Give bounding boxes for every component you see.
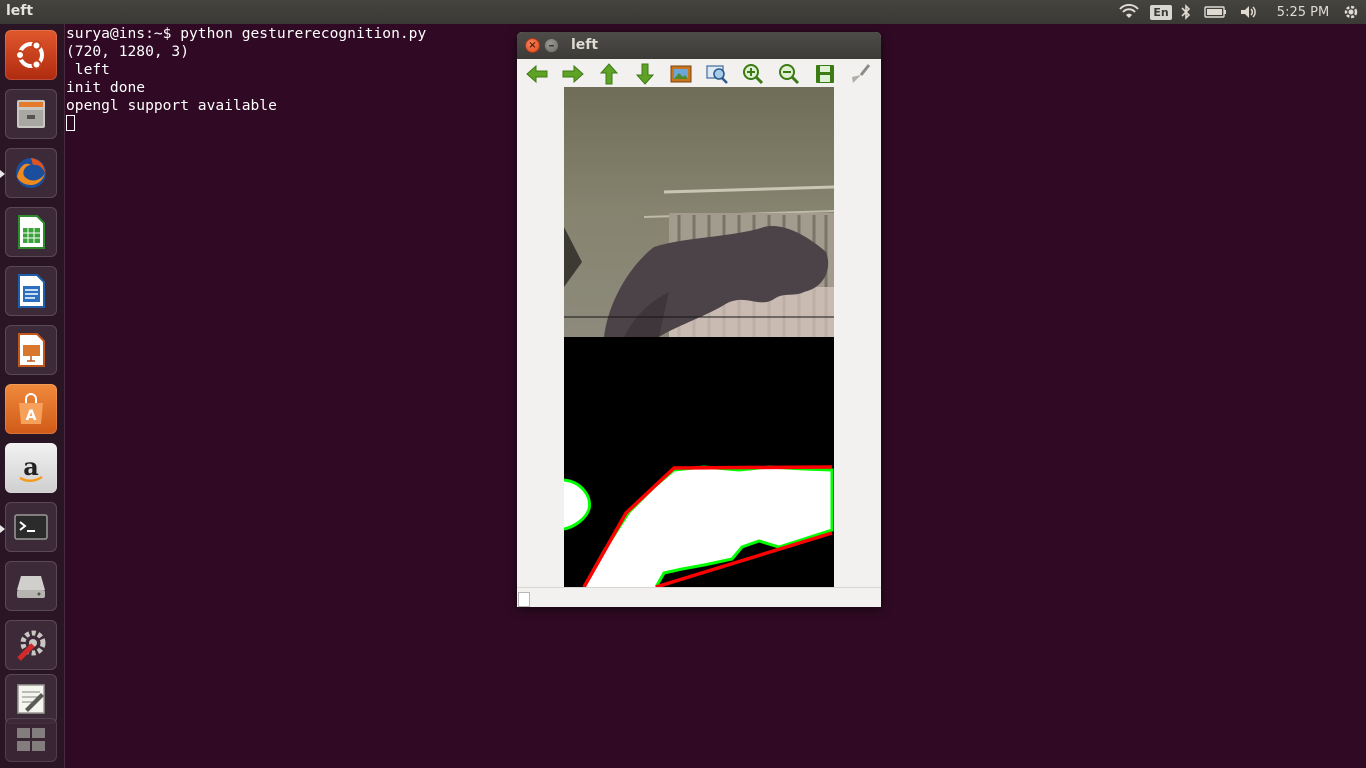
save-icon	[816, 65, 834, 83]
pan-up-button[interactable]	[596, 62, 622, 86]
image-display[interactable]	[564, 87, 834, 587]
volume-icon[interactable]	[1238, 0, 1260, 24]
text-editor-icon	[17, 684, 45, 714]
battery-icon[interactable]	[1203, 0, 1229, 24]
presentation-icon	[18, 333, 45, 367]
document-icon	[18, 274, 45, 308]
clock[interactable]: 5:25 PM	[1270, 0, 1336, 24]
launcher-terminal[interactable]	[5, 502, 57, 552]
terminal-line: left	[66, 61, 110, 78]
window-title: left	[571, 37, 599, 53]
arrow-down-icon	[635, 63, 655, 85]
spreadsheet-icon	[18, 215, 45, 249]
zoom-out-button[interactable]	[776, 62, 802, 86]
launcher-system-settings[interactable]	[5, 620, 57, 670]
arrow-right-icon	[562, 64, 584, 84]
properties-button[interactable]	[848, 62, 874, 86]
svg-text:a: a	[23, 452, 39, 481]
window-titlebar[interactable]: × – left	[517, 32, 881, 59]
minimize-button[interactable]: –	[544, 38, 559, 53]
file-cabinet-icon	[17, 100, 45, 128]
terminal-cursor	[66, 115, 75, 131]
zoom-in-icon	[743, 64, 764, 85]
pan-down-button[interactable]	[632, 62, 658, 86]
top-panel: left En 5:25 PM	[0, 0, 1366, 24]
status-indicator	[518, 592, 530, 607]
launcher-text-editor[interactable]	[5, 674, 57, 724]
mask-scene	[564, 337, 834, 587]
launcher-disks[interactable]	[5, 561, 57, 611]
terminal-line: opengl support available	[66, 97, 277, 114]
camera-frame	[564, 87, 834, 337]
svg-text:A: A	[26, 408, 37, 424]
panel-window-title: left	[6, 3, 34, 19]
keyboard-language-indicator[interactable]: En	[1150, 0, 1172, 24]
terminal-line: surya@ins:~$ python gesturerecognition.p…	[66, 25, 427, 42]
save-button[interactable]	[812, 62, 838, 86]
launcher-dash-home[interactable]	[5, 30, 57, 80]
launcher-libreoffice-impress[interactable]	[5, 325, 57, 375]
language-label: En	[1150, 4, 1172, 20]
pan-left-button[interactable]	[524, 62, 550, 86]
arrow-left-icon	[526, 64, 548, 84]
launcher-amazon[interactable]: a	[5, 443, 57, 493]
launcher: A a	[0, 24, 65, 768]
image-fit-icon	[670, 65, 692, 83]
image-toolbar	[517, 59, 881, 87]
wifi-icon[interactable]	[1118, 0, 1140, 24]
zoom-region-button[interactable]	[704, 62, 730, 86]
camera-scene	[564, 87, 834, 337]
launcher-workspace-switcher[interactable]	[5, 718, 57, 762]
image-window[interactable]: × – left	[517, 32, 881, 607]
properties-brush-icon	[852, 64, 871, 83]
launcher-software-center[interactable]: A	[5, 384, 57, 434]
pan-right-button[interactable]	[560, 62, 586, 86]
close-button[interactable]: ×	[525, 38, 540, 53]
threshold-mask-frame	[564, 337, 834, 587]
zoom-fit-button[interactable]	[668, 62, 694, 86]
firefox-icon	[16, 158, 46, 188]
ubuntu-logo-icon	[15, 40, 44, 70]
arrow-up-icon	[599, 63, 619, 85]
terminal-icon	[14, 514, 48, 540]
zoom-region-icon	[706, 65, 728, 84]
launcher-libreoffice-writer[interactable]	[5, 266, 57, 316]
session-gear-icon[interactable]	[1340, 0, 1362, 24]
hard-disk-icon	[17, 576, 45, 598]
terminal-output[interactable]: surya@ins:~$ python gesturerecognition.p…	[66, 25, 426, 133]
zoom-out-icon	[779, 64, 800, 85]
launcher-libreoffice-calc[interactable]	[5, 207, 57, 257]
shopping-bag-icon: A	[19, 393, 43, 424]
launcher-firefox[interactable]	[5, 148, 57, 198]
bluetooth-icon[interactable]	[1178, 0, 1194, 24]
terminal-line: init done	[66, 79, 146, 96]
amazon-icon: a	[19, 452, 43, 482]
window-statusbar	[517, 587, 881, 607]
launcher-files[interactable]	[5, 89, 57, 139]
workspace-grid-icon	[17, 728, 45, 751]
terminal-line: (720, 1280, 3)	[66, 43, 190, 60]
zoom-in-button[interactable]	[740, 62, 766, 86]
settings-tools-icon	[17, 630, 46, 661]
